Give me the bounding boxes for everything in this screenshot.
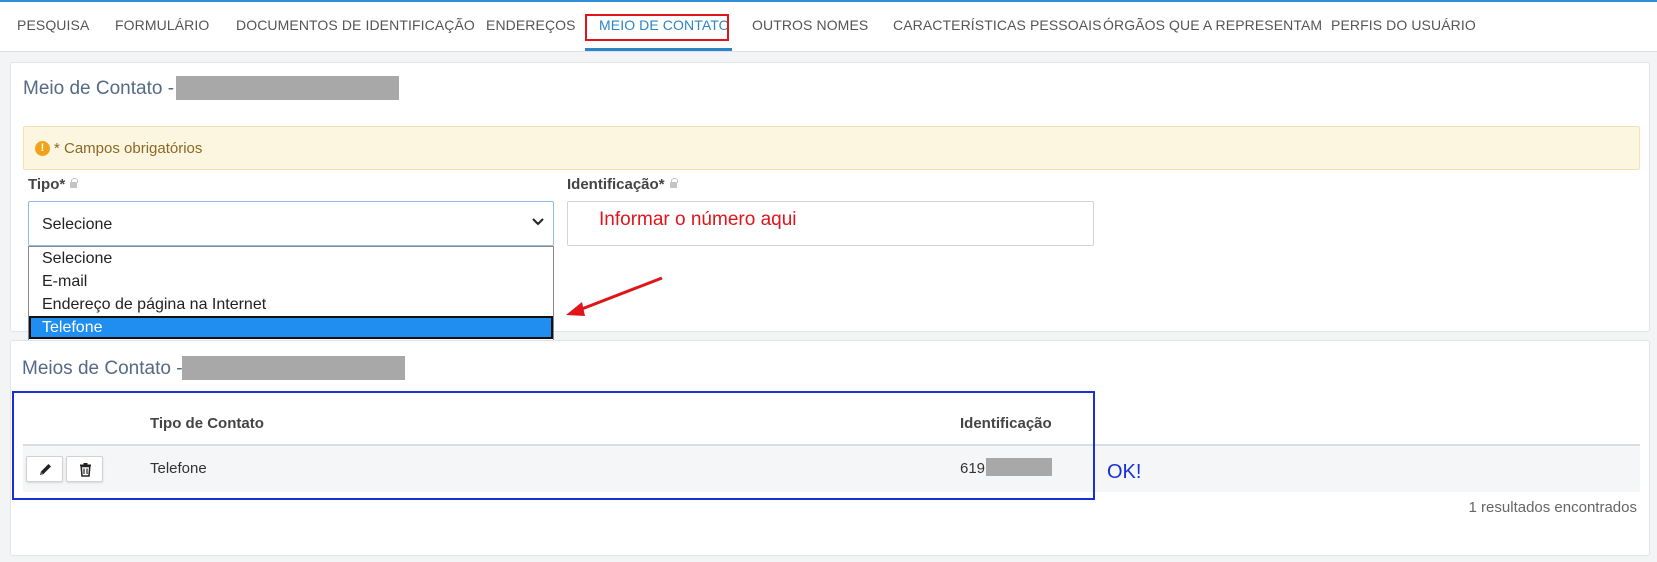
chevron-down-icon xyxy=(532,218,544,226)
tipo-label: Tipo* xyxy=(28,176,79,193)
annotation-tab-highlight xyxy=(585,14,729,41)
tipo-select-value: Selecione xyxy=(42,216,113,233)
tipo-dropdown-list: Selecione E-mail Endereço de página na I… xyxy=(28,246,554,341)
alert-text: * Campos obrigatórios xyxy=(54,140,203,157)
results-count: 1 resultados encontrados xyxy=(1468,499,1637,516)
tipo-option-internet[interactable]: Endereço de página na Internet xyxy=(29,293,553,316)
tab-bar: PESQUISA FORMULÁRIO DOCUMENTOS DE IDENTI… xyxy=(0,0,1657,52)
tab-caracteristicas[interactable]: CARACTERÍSTICAS PESSOAIS xyxy=(893,17,1102,33)
tab-orgaos[interactable]: ÓRGÃOS QUE A REPRESENTAM xyxy=(1103,17,1322,33)
arrow-icon xyxy=(566,276,663,316)
alert-icon: ! xyxy=(35,141,50,156)
tab-formulario[interactable]: FORMULÁRIO xyxy=(115,17,209,33)
lock-icon xyxy=(70,178,79,188)
list-title: Meios de Contato - xyxy=(22,358,183,379)
tipo-option-telefone[interactable]: Telefone xyxy=(29,316,553,339)
annotation-input-hint: Informar o número aqui xyxy=(599,209,797,230)
tab-perfis[interactable]: PERFIS DO USUÁRIO xyxy=(1331,17,1476,33)
redacted-name xyxy=(182,356,405,380)
required-fields-alert: ! * Campos obrigatórios xyxy=(23,126,1640,170)
tab-outros-nomes[interactable]: OUTROS NOMES xyxy=(752,17,868,33)
identificacao-label-text: Identificação* xyxy=(567,176,665,193)
tab-enderecos[interactable]: ENDEREÇOS xyxy=(486,17,576,33)
active-tab-underline xyxy=(585,48,732,51)
tipo-label-text: Tipo* xyxy=(28,176,66,193)
annotation-ok: OK! xyxy=(1107,461,1142,483)
identificacao-label: Identificação* xyxy=(567,176,678,193)
tab-pesquisa[interactable]: PESQUISA xyxy=(17,17,89,33)
form-title: Meio de Contato - xyxy=(23,78,175,99)
redacted-name xyxy=(176,76,399,100)
top-accent-line xyxy=(0,0,1657,2)
tipo-option-selecione[interactable]: Selecione xyxy=(29,247,553,270)
lock-icon xyxy=(669,178,678,188)
annotation-table-highlight xyxy=(12,391,1095,500)
tab-documentos[interactable]: DOCUMENTOS DE IDENTIFICAÇÃO xyxy=(236,17,475,33)
tipo-select[interactable]: Selecione xyxy=(28,201,554,246)
tipo-option-email[interactable]: E-mail xyxy=(29,270,553,293)
